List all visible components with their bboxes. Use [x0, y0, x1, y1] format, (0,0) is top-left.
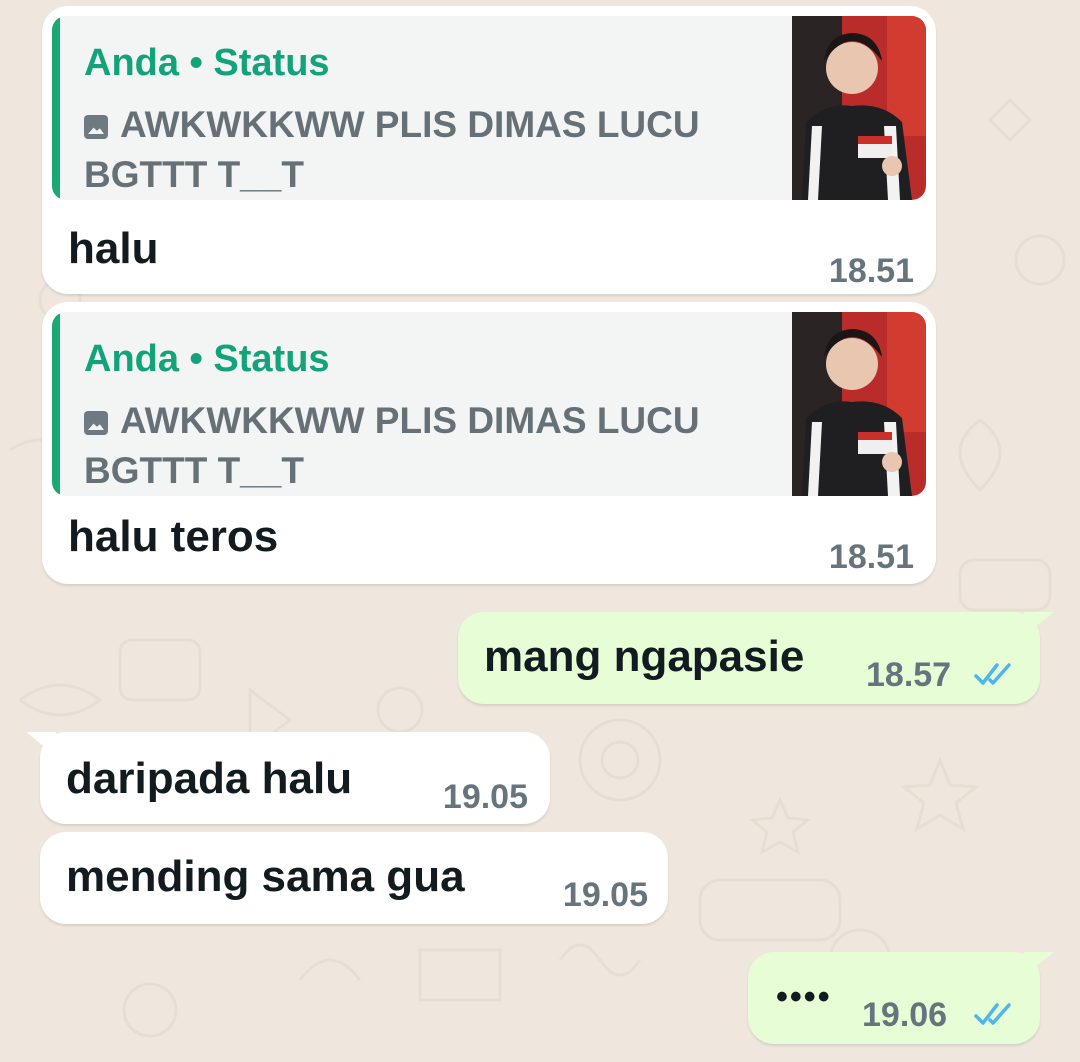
message-text: •••• — [776, 978, 832, 1016]
message-bubble-incoming[interactable]: mending sama gua 19.05 — [40, 832, 668, 924]
quote-author: Anda • Status — [84, 42, 330, 84]
message-text: mang ngapasie — [484, 632, 805, 681]
quote-accent-bar — [52, 312, 60, 496]
message-time: 19.06 — [862, 996, 948, 1034]
message-time: 19.05 — [562, 876, 648, 914]
quote-text: AWKWKKWW PLIS DIMAS LUCU BGTTT T__T — [84, 400, 700, 491]
quote-author: Anda • Status — [84, 338, 330, 380]
message-text: mending sama gua — [66, 852, 465, 901]
message-bubble-outgoing[interactable]: mang ngapasie 18.57 — [458, 612, 1054, 704]
quoted-status-reply[interactable]: Anda • Status AWKWKKWW PLIS DIMAS LUCU B… — [52, 312, 926, 496]
double-check-read-icon — [974, 1003, 1011, 1025]
quoted-status-reply[interactable]: Anda • Status AWKWKKWW PLIS DIMAS LUCU B… — [52, 16, 926, 200]
message-time: 18.57 — [866, 656, 952, 694]
status-thumbnail[interactable] — [792, 16, 926, 200]
message-time: 18.51 — [828, 252, 914, 290]
status-thumbnail[interactable] — [792, 312, 926, 496]
message-bubble-incoming[interactable]: Anda • Status AWKWKKWW PLIS DIMAS LUCU B… — [42, 6, 936, 294]
message-text: halu — [68, 224, 159, 273]
quote-accent-bar — [52, 16, 60, 200]
quote-text-wrapper: AWKWKKWW PLIS DIMAS LUCU BGTTT T__T — [84, 396, 724, 496]
thumbnail-image — [792, 16, 926, 200]
message-bubble-outgoing[interactable]: •••• 19.06 — [748, 952, 1054, 1044]
message-text: halu teros — [68, 512, 279, 561]
message-time: 18.51 — [828, 538, 914, 576]
quote-text-wrapper: AWKWKKWW PLIS DIMAS LUCU BGTTT T__T — [84, 100, 724, 200]
quote-text: AWKWKKWW PLIS DIMAS LUCU BGTTT T__T — [84, 104, 700, 195]
message-bubble-incoming[interactable]: daripada halu 19.05 — [26, 732, 550, 824]
image-icon — [84, 115, 108, 139]
message-bubble-incoming[interactable]: Anda • Status AWKWKKWW PLIS DIMAS LUCU B… — [42, 302, 936, 584]
message-text: daripada halu — [66, 754, 353, 803]
thumbnail-image — [792, 312, 926, 496]
image-icon — [84, 411, 108, 435]
double-check-read-icon — [974, 663, 1011, 685]
message-time: 19.05 — [442, 778, 528, 816]
